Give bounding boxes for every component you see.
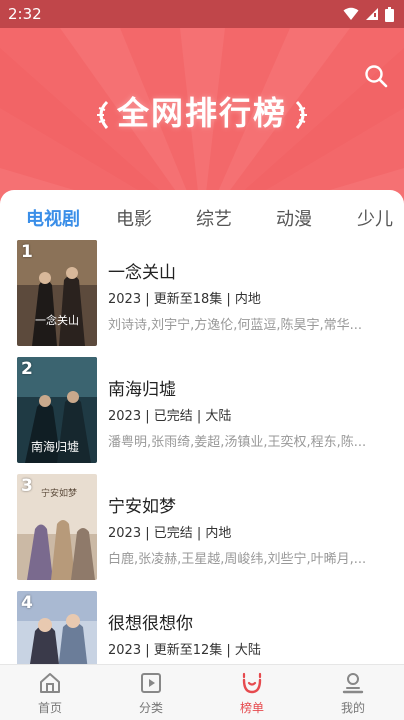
poster-image: 南海归墟 2 xyxy=(17,357,97,463)
category-tabs: 电视剧 电影 综艺 动漫 少儿 xyxy=(0,190,404,240)
ranking-icon xyxy=(242,672,262,694)
poster-image: 一念关山 1 xyxy=(17,240,97,346)
list-item[interactable]: 一念关山 1 一念关山 2023 | 更新至18集 | 内地 刘诗诗,刘宇宁,方… xyxy=(0,240,404,348)
nav-ranking-label: 榜单 xyxy=(239,701,264,715)
item-title: 一念关山 xyxy=(108,263,176,283)
poster-image: 宁安如梦 3 xyxy=(17,474,97,580)
tab-variety[interactable]: 综艺 xyxy=(196,205,232,231)
item-cast: 白鹿,张凌赫,王星越,周峻纬,刘些宁,叶晞月,... xyxy=(108,552,367,567)
header-banner: 全网排行榜 xyxy=(0,28,404,208)
status-time: 2:32 xyxy=(8,5,42,23)
wifi-icon xyxy=(343,7,359,20)
item-meta: 2023 | 已完结 | 内地 xyxy=(108,526,232,541)
list-item[interactable]: 南海归墟 2 南海归墟 2023 | 已完结 | 大陆 潘粤明,张雨绮,姜超,汤… xyxy=(0,357,404,465)
item-title: 南海归墟 xyxy=(108,380,176,400)
item-title: 很想很想你 xyxy=(108,614,193,634)
nav-profile-label: 我的 xyxy=(340,701,365,715)
svg-text:一念关山: 一念关山 xyxy=(35,313,79,327)
rank-number: 2 xyxy=(21,359,33,379)
item-meta: 2023 | 更新至18集 | 内地 xyxy=(108,292,261,307)
page-title-text: 全网排行榜 xyxy=(116,94,287,132)
nav-home[interactable]: 首页 xyxy=(20,671,80,716)
poster-image: 4 xyxy=(17,591,97,670)
category-icon xyxy=(141,673,161,693)
left-laurel-icon xyxy=(96,100,109,129)
list-item[interactable]: 4 很想很想你 2023 | 更新至12集 | 大陆 xyxy=(0,591,404,670)
nav-category-label: 分类 xyxy=(138,701,163,715)
item-meta: 2023 | 更新至12集 | 大陆 xyxy=(108,643,261,658)
page-title: 全网排行榜 xyxy=(0,88,404,134)
status-icons xyxy=(343,6,394,22)
signal-icon xyxy=(366,8,378,20)
nav-ranking[interactable]: 榜单 xyxy=(222,671,282,716)
profile-icon xyxy=(342,673,364,694)
tab-movies[interactable]: 电影 xyxy=(116,205,152,231)
rank-number: 3 xyxy=(21,476,33,496)
status-bar: 2:32 xyxy=(0,0,404,28)
ranking-panel: 电视剧 电影 综艺 动漫 少儿 一念关山 1 一念关山 2023 | 更新至18… xyxy=(0,190,404,670)
rank-number: 1 xyxy=(21,242,33,262)
nav-profile[interactable]: 我的 xyxy=(323,671,383,716)
item-meta: 2023 | 已完结 | 大陆 xyxy=(108,409,232,424)
bottom-nav: 首页 分类 榜单 我的 xyxy=(0,664,404,720)
list-item[interactable]: 宁安如梦 3 宁安如梦 2023 | 已完结 | 内地 白鹿,张凌赫,王星越,周… xyxy=(0,474,404,582)
battery-icon xyxy=(385,6,394,22)
search-icon[interactable] xyxy=(364,64,388,88)
item-cast: 潘粤明,张雨绮,姜超,汤镇业,王奕权,程东,陈... xyxy=(108,435,367,450)
tab-tv-series[interactable]: 电视剧 xyxy=(26,205,80,231)
tab-kids[interactable]: 少儿 xyxy=(357,205,393,231)
home-icon xyxy=(40,673,60,693)
item-title: 宁安如梦 xyxy=(108,497,176,517)
right-laurel-icon xyxy=(295,100,307,129)
rank-number: 4 xyxy=(21,593,33,613)
nav-category[interactable]: 分类 xyxy=(121,671,181,716)
item-cast: 刘诗诗,刘宇宁,方逸伦,何蓝逗,陈昊宇,常华... xyxy=(108,318,363,333)
svg-text:宁安如梦: 宁安如梦 xyxy=(41,487,77,499)
nav-home-label: 首页 xyxy=(37,701,62,715)
tab-anime[interactable]: 动漫 xyxy=(276,205,312,231)
svg-text:南海归墟: 南海归墟 xyxy=(31,439,79,454)
